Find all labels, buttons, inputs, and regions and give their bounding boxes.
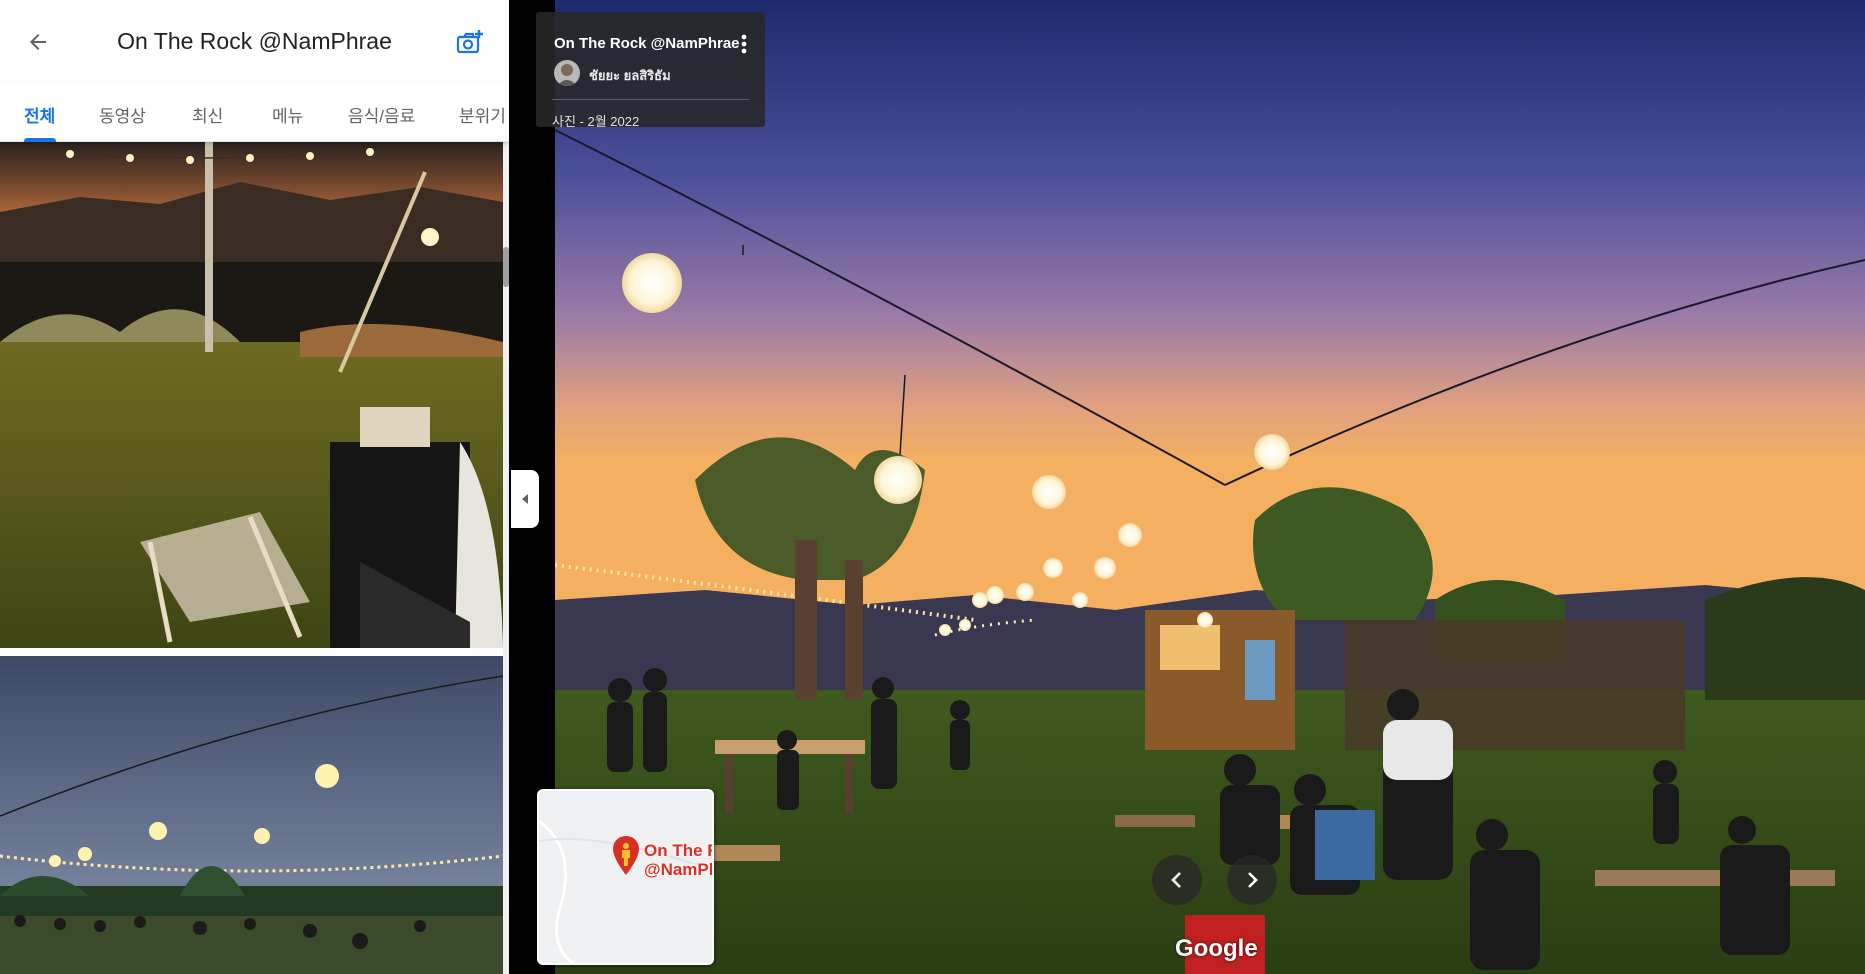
add-photo-camera-icon — [456, 30, 483, 54]
photo-info-card: On The Rock @NamPhrae ชัยยะ ยลสิริธัม 사진… — [536, 12, 765, 129]
author-avatar[interactable] — [554, 60, 580, 86]
gallery-photo-1[interactable] — [0, 142, 503, 648]
more-options-button[interactable] — [732, 30, 756, 58]
tab-all[interactable]: 전체 — [24, 102, 55, 127]
more-vertical-icon — [741, 34, 747, 54]
active-tab-indicator — [24, 138, 56, 142]
chevron-left-icon — [1171, 872, 1181, 888]
previous-photo-button[interactable] — [1152, 855, 1202, 905]
photo-date: 사진 - 2월 2022 — [552, 114, 640, 129]
photo-place-title[interactable]: On The Rock @NamPhrae — [554, 35, 740, 52]
tab-menu[interactable]: 메뉴 — [272, 102, 303, 127]
tab-food-drink[interactable]: 음식/음료 — [348, 102, 415, 127]
back-button[interactable] — [22, 26, 54, 58]
collapse-panel-button[interactable] — [511, 470, 539, 528]
minimap-place-label: On The R @NamPh — [644, 841, 714, 879]
gallery-photo-2-image — [0, 656, 503, 974]
place-title: On The Rock @NamPhrae — [117, 28, 392, 54]
google-logo: Google — [1175, 935, 1258, 962]
photo-category-tabs: 전체 동영상 최신 메뉴 음식/음료 분위기 — [0, 82, 509, 142]
gallery-photo-2[interactable] — [0, 656, 503, 974]
main-photo-viewer[interactable] — [555, 0, 1865, 974]
main-photo-image — [555, 0, 1865, 974]
tab-vibe[interactable]: 분위기 — [459, 102, 506, 127]
location-pin-icon — [613, 836, 639, 875]
next-photo-button[interactable] — [1227, 855, 1277, 905]
arrow-left-icon — [30, 34, 46, 50]
tab-videos[interactable]: 동영상 — [99, 102, 146, 127]
caret-left-icon — [522, 494, 528, 504]
tab-latest[interactable]: 최신 — [192, 102, 223, 127]
minimap[interactable]: On The R @NamPh — [537, 789, 714, 965]
chevron-right-icon — [1248, 872, 1258, 888]
photo-author-name[interactable]: ชัยยะ ยลสิริธัม — [589, 65, 671, 86]
panel-header: On The Rock @NamPhrae — [0, 0, 509, 82]
gallery-photo-1-image — [0, 142, 503, 648]
photo-gallery — [0, 142, 509, 974]
info-divider — [552, 99, 749, 100]
author-avatar-image — [554, 60, 580, 86]
add-photo-button[interactable] — [453, 26, 487, 60]
photos-panel: On The Rock @NamPhrae 전체 동영상 최신 메뉴 음식/음료… — [0, 0, 509, 974]
